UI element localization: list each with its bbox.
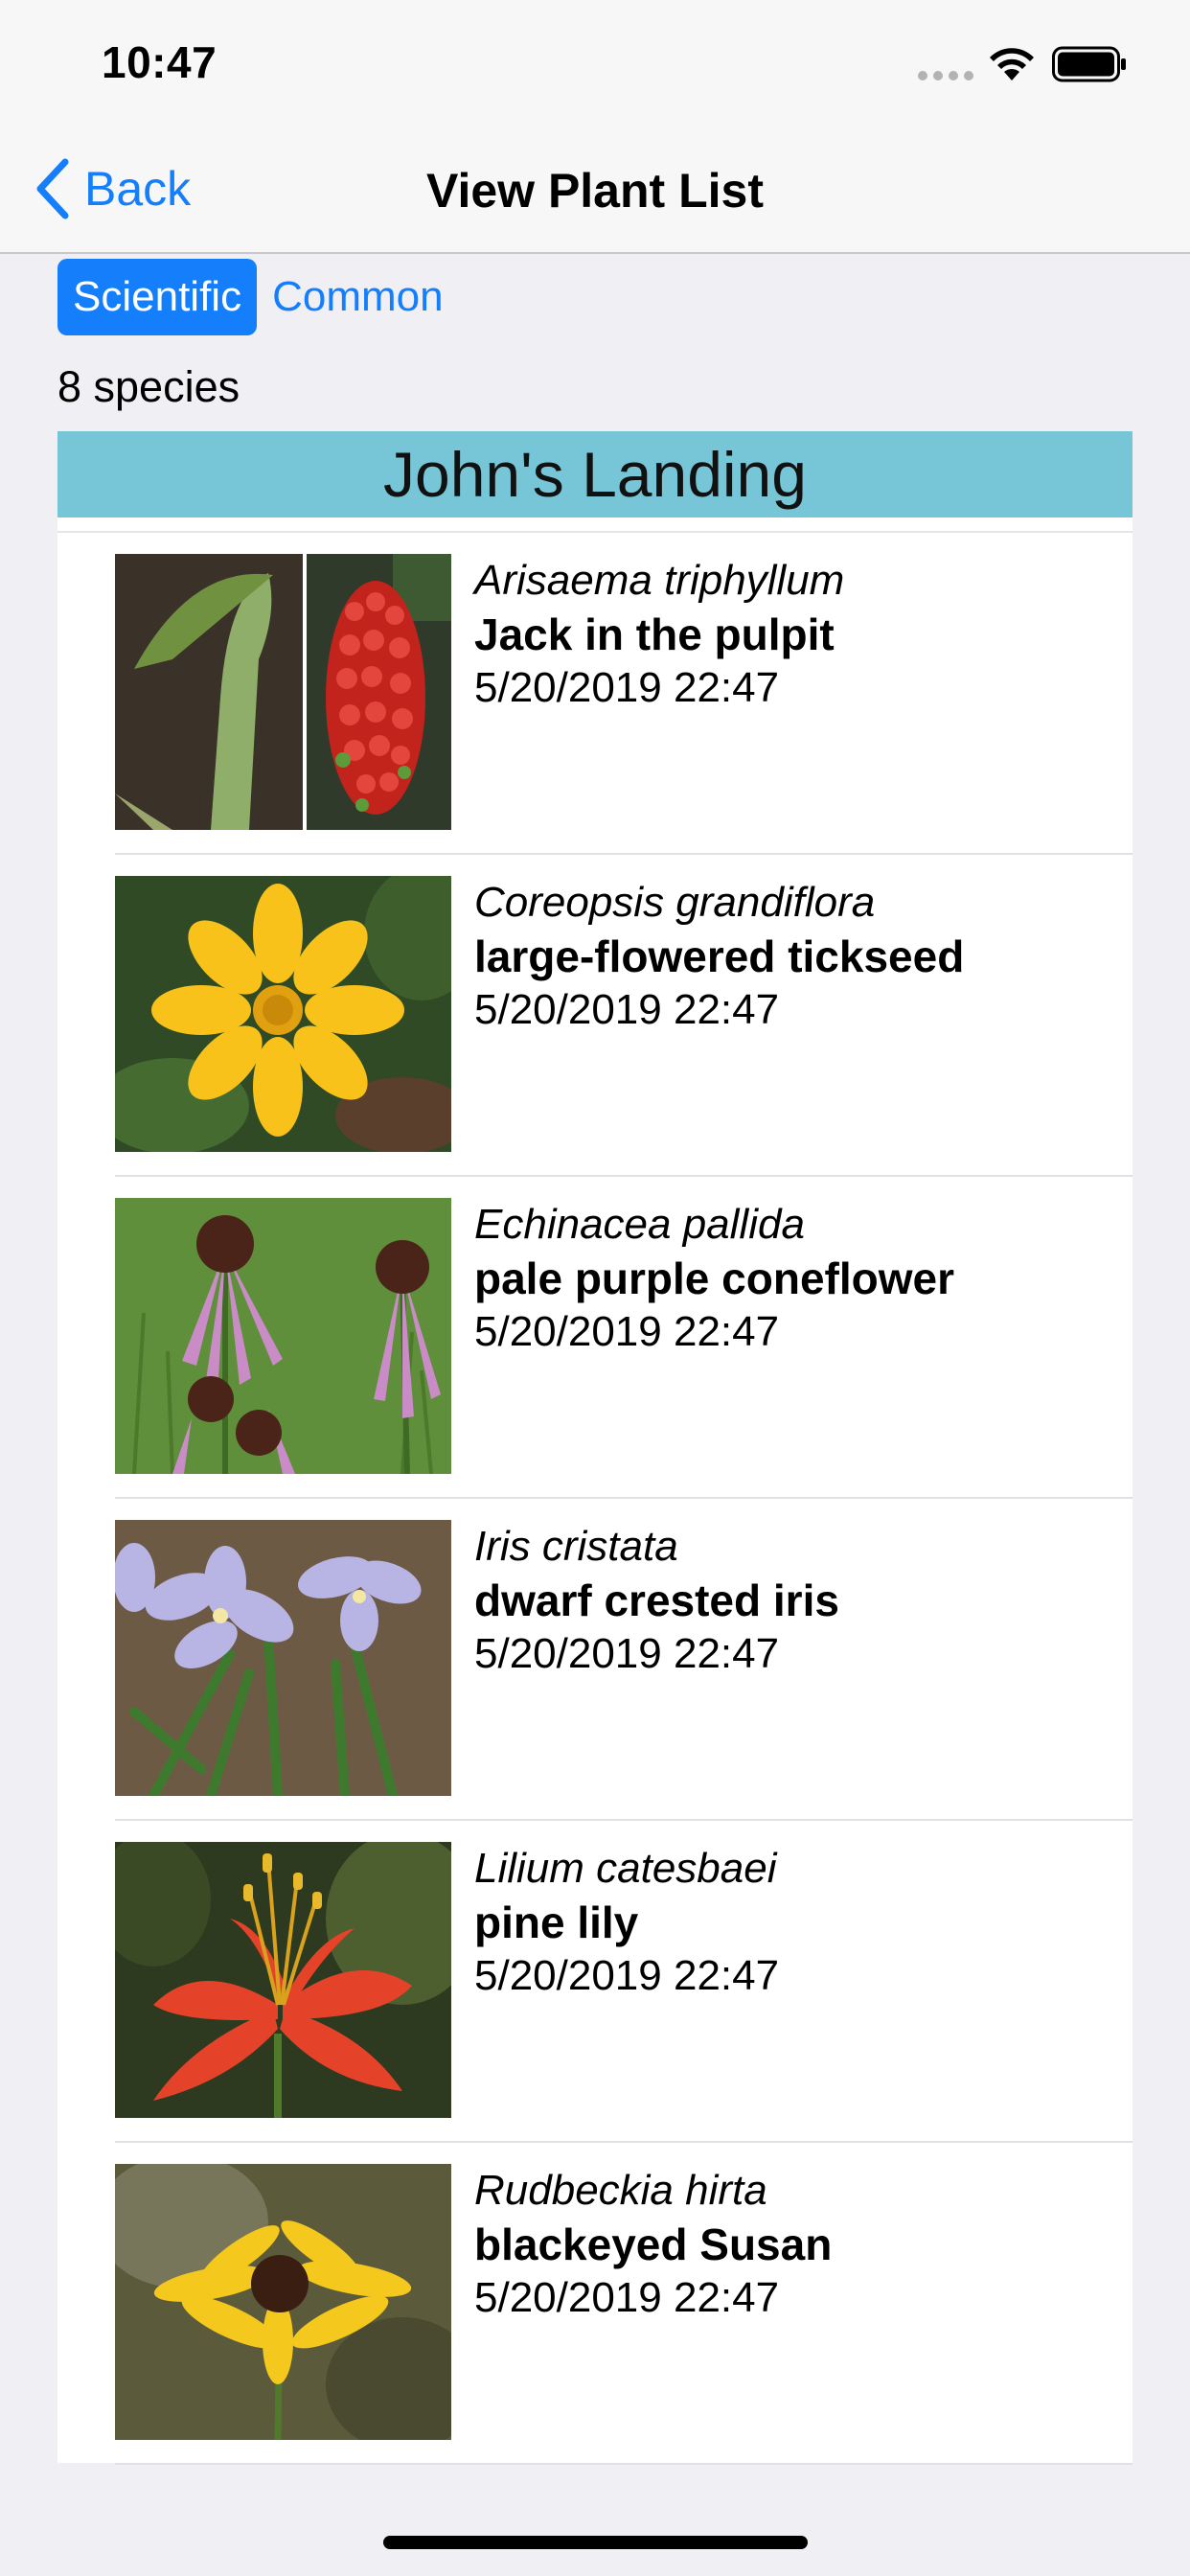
- date-recorded: 5/20/2019 22:47: [474, 2274, 780, 2321]
- blackeyed-susan-photo: [115, 2164, 451, 2440]
- cellular-signal-icon: [918, 71, 973, 80]
- plant-info: Coreopsis grandiflora large-flowered tic…: [474, 876, 964, 1037]
- scientific-name: Rudbeckia hirta: [474, 2167, 767, 2214]
- battery-icon: [1052, 46, 1126, 82]
- common-name: Jack in the pulpit: [474, 610, 835, 659]
- plant-info: Iris cristata dwarf crested iris 5/20/20…: [474, 1520, 839, 1681]
- common-name: pale purple coneflower: [474, 1254, 954, 1303]
- wifi-icon: [990, 48, 1034, 80]
- segment-common[interactable]: Common: [257, 259, 459, 335]
- common-name: large-flowered tickseed: [474, 932, 965, 981]
- row-separator: [115, 2463, 1133, 2465]
- scientific-name: Coreopsis grandiflora: [474, 879, 876, 926]
- section-divider: [57, 518, 1133, 533]
- list-item[interactable]: Coreopsis grandiflora large-flowered tic…: [57, 855, 1133, 1177]
- status-bar: 10:47: [0, 0, 1190, 125]
- jack-in-the-pulpit-photo: [115, 554, 451, 830]
- plant-info: Arisaema triphyllum Jack in the pulpit 5…: [474, 554, 844, 715]
- date-recorded: 5/20/2019 22:47: [474, 1308, 780, 1355]
- list-item[interactable]: Arisaema triphyllum Jack in the pulpit 5…: [57, 533, 1133, 855]
- tickseed-photo: [115, 876, 451, 1152]
- navigation-bar: Back View Plant List: [0, 125, 1190, 254]
- scientific-name: Iris cristata: [474, 1523, 678, 1570]
- common-name: dwarf crested iris: [474, 1576, 839, 1625]
- scientific-name: Lilium catesbaei: [474, 1845, 777, 1892]
- list-item[interactable]: Iris cristata dwarf crested iris 5/20/20…: [57, 1499, 1133, 1821]
- common-name: blackeyed Susan: [474, 2220, 833, 2269]
- date-recorded: 5/20/2019 22:47: [474, 1630, 780, 1677]
- home-indicator[interactable]: [383, 2536, 808, 2549]
- scientific-name: Echinacea pallida: [474, 1201, 805, 1248]
- pine-lily-photo: [115, 1842, 451, 2118]
- plant-info: Lilium catesbaei pine lily 5/20/2019 22:…: [474, 1842, 779, 2003]
- date-recorded: 5/20/2019 22:47: [474, 664, 780, 711]
- app-screen: 10:47 Back View Plant List Scientific Co…: [0, 0, 1190, 2576]
- plant-list[interactable]: John's Landing Arisaema triphyllum Jack …: [57, 431, 1133, 2465]
- list-item[interactable]: Lilium catesbaei pine lily 5/20/2019 22:…: [57, 1821, 1133, 2143]
- status-time: 10:47: [102, 37, 217, 87]
- iris-photo: [115, 1520, 451, 1796]
- list-item[interactable]: Rudbeckia hirta blackeyed Susan 5/20/201…: [57, 2143, 1133, 2465]
- species-count: 8 species: [57, 362, 240, 411]
- scientific-name: Arisaema triphyllum: [474, 557, 845, 604]
- plant-info: Rudbeckia hirta blackeyed Susan 5/20/201…: [474, 2164, 832, 2325]
- common-name: pine lily: [474, 1898, 639, 1947]
- list-item[interactable]: Echinacea pallida pale purple coneflower…: [57, 1177, 1133, 1499]
- sort-segmented-control: Scientific Common: [57, 259, 459, 335]
- segment-scientific[interactable]: Scientific: [57, 259, 258, 335]
- plant-info: Echinacea pallida pale purple coneflower…: [474, 1198, 954, 1359]
- section-header: John's Landing: [57, 431, 1133, 518]
- coneflower-photo: [115, 1198, 451, 1474]
- date-recorded: 5/20/2019 22:47: [474, 1952, 780, 1999]
- page-title: View Plant List: [426, 164, 764, 218]
- date-recorded: 5/20/2019 22:47: [474, 986, 780, 1033]
